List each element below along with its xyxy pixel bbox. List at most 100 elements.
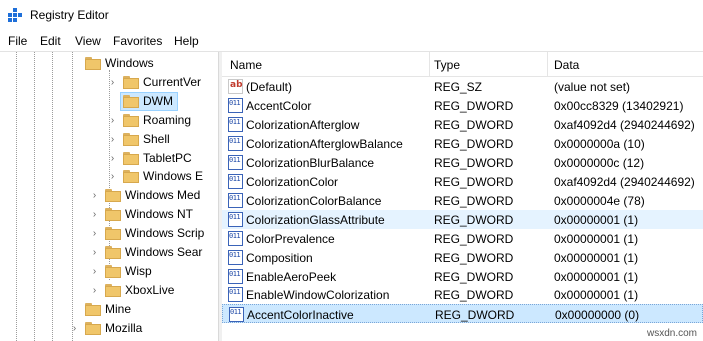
tree-item[interactable]: DWM bbox=[0, 91, 218, 111]
values-list[interactable]: Name Type Data ab (Default) REG_SZ (value n… bbox=[222, 52, 703, 341]
folder-icon bbox=[85, 302, 101, 316]
tree-item[interactable]: › Windows Med bbox=[0, 186, 218, 205]
chevron-right-icon[interactable]: › bbox=[108, 115, 117, 125]
tree-item-label: Shell bbox=[143, 131, 170, 146]
value-name: (Default) bbox=[246, 80, 293, 94]
dword-value-icon: 011 bbox=[229, 307, 244, 323]
window-title: Registry Editor bbox=[30, 8, 109, 22]
dword-value-icon: 011 bbox=[228, 97, 243, 113]
value-data: 0x00000001 (1) bbox=[554, 269, 639, 284]
menu-favorites[interactable]: Favorites bbox=[113, 34, 162, 48]
icon-glyph: 011 bbox=[229, 98, 241, 107]
chevron-right-icon[interactable]: › bbox=[90, 229, 99, 239]
icon-glyph: 011 bbox=[229, 117, 241, 126]
value-row[interactable]: ab (Default) REG_SZ (value not set) bbox=[222, 77, 703, 96]
value-row[interactable]: 011 AccentColorInactive REG_DWORD 0x0000000… bbox=[222, 304, 703, 324]
folder-icon bbox=[105, 246, 121, 259]
column-separator[interactable] bbox=[547, 52, 548, 76]
menu-help[interactable]: Help bbox=[174, 34, 199, 48]
value-type: REG_DWORD bbox=[434, 231, 514, 246]
folder-icon bbox=[85, 57, 101, 70]
icon-glyph: 011 bbox=[229, 155, 241, 164]
column-separator[interactable] bbox=[429, 52, 430, 76]
chevron-right-icon[interactable]: › bbox=[108, 77, 117, 87]
folder-icon bbox=[85, 321, 101, 335]
value-name: ColorPrevalence bbox=[246, 231, 335, 246]
column-header-data[interactable]: Data bbox=[554, 58, 579, 72]
value-row[interactable]: 011 ColorPrevalence REG_DWORD 0x00000001 (1… bbox=[222, 229, 703, 248]
tree-item[interactable]: › CurrentVer bbox=[0, 73, 218, 92]
icon-glyph: 011 bbox=[229, 136, 241, 145]
folder-icon bbox=[105, 283, 121, 297]
value-data: 0xaf4092d4 (2940244692) bbox=[554, 174, 695, 189]
value-row[interactable]: 011 EnableAeroPeek REG_DWORD 0x00000001 (1) bbox=[222, 267, 703, 286]
tree-item[interactable]: › Wisp bbox=[0, 262, 218, 281]
tree-item-label: Roaming bbox=[143, 112, 192, 127]
menu-edit[interactable]: Edit bbox=[40, 34, 61, 48]
value-row[interactable]: 011 ColorizationColorBalance REG_DWORD 0x00… bbox=[222, 191, 703, 210]
value-row[interactable]: 011 ColorizationColor REG_DWORD 0xaf4092d4 … bbox=[222, 172, 703, 191]
tree-item[interactable]: › Roaming bbox=[0, 111, 218, 130]
tree-item[interactable]: › Windows Sear bbox=[0, 243, 218, 262]
value-row[interactable]: 011 Composition REG_DWORD 0x00000001 (1) bbox=[222, 248, 703, 267]
value-name: AccentColor bbox=[246, 98, 312, 113]
chevron-right-icon[interactable]: › bbox=[108, 153, 117, 163]
value-row[interactable]: 011 ColorizationAfterglowBalance REG_DWORD… bbox=[222, 134, 703, 153]
tree-item[interactable]: › TabletPC bbox=[0, 149, 218, 168]
menu-view[interactable]: View bbox=[75, 34, 101, 48]
value-row[interactable]: 011 ColorizationAfterglow REG_DWORD 0xaf409… bbox=[222, 115, 703, 134]
menu-bar: File Edit View Favorites Help bbox=[0, 31, 703, 51]
chevron-right-icon[interactable]: › bbox=[108, 172, 117, 182]
folder-icon bbox=[123, 75, 139, 89]
value-row[interactable]: 011 ColorizationGlassAttribute REG_DWORD 0x… bbox=[222, 209, 703, 229]
value-row[interactable]: 011 EnableWindowColorization REG_DWORD 0x00… bbox=[222, 285, 703, 304]
value-name: ColorizationColorBalance bbox=[246, 193, 382, 208]
value-name: ColorizationBlurBalance bbox=[246, 155, 375, 170]
icon-glyph: 011 bbox=[229, 231, 241, 240]
chevron-right-icon[interactable]: › bbox=[90, 210, 99, 220]
tree-item[interactable]: ›MozillaPlugins bbox=[0, 338, 218, 341]
value-name: Composition bbox=[246, 250, 313, 265]
chevron-right-icon[interactable]: › bbox=[90, 191, 99, 201]
folder-icon bbox=[105, 189, 121, 203]
value-type: REG_DWORD bbox=[434, 155, 514, 170]
tree-item[interactable]: Mine bbox=[0, 300, 218, 319]
chevron-right-icon[interactable]: › bbox=[70, 323, 79, 333]
column-header-type[interactable]: Type bbox=[434, 58, 460, 72]
chevron-right-icon[interactable]: › bbox=[90, 266, 99, 276]
column-header-name[interactable]: Name bbox=[230, 58, 262, 72]
icon-glyph: 011 bbox=[230, 308, 242, 317]
icon-glyph: 011 bbox=[229, 193, 241, 202]
registry-tree[interactable]: ∨Windows › CurrentVer DWM › Roaming › Shell › Tab… bbox=[0, 52, 218, 341]
folder-icon bbox=[105, 208, 121, 222]
value-data: 0x00000001 (1) bbox=[554, 288, 639, 303]
dword-value-icon: 011 bbox=[228, 211, 243, 227]
chevron-right-icon[interactable]: › bbox=[90, 285, 99, 295]
chevron-right-icon[interactable]: › bbox=[90, 248, 99, 258]
tree-item[interactable]: › Windows Scrip bbox=[0, 224, 218, 243]
value-type: REG_SZ bbox=[434, 80, 483, 94]
chevron-right-icon[interactable]: › bbox=[108, 134, 117, 144]
value-data: 0x00000000 (0) bbox=[555, 308, 640, 323]
value-row[interactable]: 011 ColorizationBlurBalance REG_DWORD 0x000… bbox=[222, 153, 703, 172]
tree-item[interactable]: › Windows NT bbox=[0, 205, 218, 224]
value-type: REG_DWORD bbox=[434, 269, 514, 284]
folder-icon bbox=[123, 132, 139, 146]
tree-item-label: Windows Med bbox=[125, 188, 201, 203]
tree-item[interactable]: › Mozilla bbox=[0, 319, 218, 338]
menu-file[interactable]: File bbox=[8, 34, 27, 48]
title-bar: Registry Editor bbox=[0, 0, 703, 30]
tree-item[interactable]: › XboxLive bbox=[0, 281, 218, 300]
value-row[interactable]: 011 AccentColor REG_DWORD 0x00cc8329 (13402… bbox=[222, 96, 703, 115]
tree-item[interactable]: › Shell bbox=[0, 130, 218, 149]
value-name: EnableWindowColorization bbox=[246, 288, 390, 303]
registry-editor-icon bbox=[8, 8, 22, 22]
value-data: (value not set) bbox=[554, 80, 631, 94]
value-name: ColorizationColor bbox=[246, 174, 339, 189]
string-value-icon: ab bbox=[228, 79, 243, 94]
tree-item[interactable]: ∨Windows bbox=[0, 54, 218, 73]
tree-item[interactable]: › Windows E bbox=[0, 167, 218, 186]
tree-item-label: CurrentVer bbox=[143, 74, 202, 89]
list-header: Name Type Data bbox=[222, 52, 703, 77]
watermark: wsxdn.com bbox=[646, 328, 697, 339]
